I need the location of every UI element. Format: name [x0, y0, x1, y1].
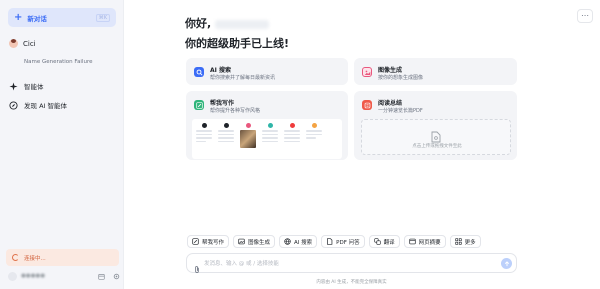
- greeting-subtitle: 你的超级助手已上线!: [185, 37, 290, 50]
- archive-icon[interactable]: [98, 273, 105, 280]
- card-title: AI 搜索: [210, 67, 231, 74]
- image-icon: [238, 238, 245, 245]
- book-icon: [362, 100, 372, 110]
- tool-more-button[interactable]: 更多: [449, 235, 481, 248]
- sidebar: + 新对话 ⌘K Cici Name Generation Failure 智能…: [0, 0, 124, 289]
- file-icon: [431, 128, 441, 143]
- bot-avatar: [9, 39, 18, 48]
- sidebar-footer: ●●●●●: [8, 271, 120, 281]
- file-upload-dropzone[interactable]: 点击上传或拖拽文件至此: [361, 119, 511, 155]
- compass-icon: [9, 100, 18, 110]
- preview-thumb: [305, 123, 323, 157]
- more-menu-button[interactable]: ⋯: [577, 9, 593, 23]
- card-title: 图像生成: [378, 67, 403, 74]
- card-desc: 帮你搜索并了解每日最新资讯: [210, 75, 276, 81]
- card-title: 阅读总结: [378, 100, 403, 107]
- user-name-blurred: ●●●●●: [21, 273, 45, 279]
- sidebar-item-label: 智能体: [24, 83, 44, 91]
- tool-ai-search-button[interactable]: AI 搜索: [279, 235, 318, 248]
- image-icon: [362, 67, 372, 77]
- sidebar-item-agents[interactable]: 智能体: [9, 81, 44, 91]
- web-icon: [409, 238, 416, 245]
- card-title: 帮我写作: [210, 100, 235, 107]
- shortcut-badge: ⌘K: [95, 13, 110, 22]
- ai-disclaimer: 内容由 AI 生成，不能完全保障真实: [316, 280, 387, 285]
- search-icon: [194, 67, 204, 77]
- user-name-blurred: [215, 19, 270, 29]
- gear-icon[interactable]: [113, 273, 120, 280]
- preview-thumb: [217, 123, 235, 157]
- preview-thumb: [239, 123, 257, 157]
- card-ai-search[interactable]: AI 搜索 帮你搜索并了解每日最新资讯: [186, 58, 348, 85]
- writing-preview-strip: [192, 119, 342, 159]
- grid-icon: [455, 238, 462, 245]
- loading-icon: [12, 254, 19, 261]
- tool-translate-button[interactable]: 翻译: [368, 235, 400, 248]
- pdf-icon: [326, 238, 333, 245]
- translate-icon: [374, 238, 381, 245]
- more-icon: ⋯: [581, 11, 589, 20]
- sidebar-item-label: 发现 AI 智能体: [24, 102, 67, 110]
- status-text: 连接中...: [24, 255, 46, 262]
- card-desc: 帮你提升各种写作风格: [210, 108, 261, 114]
- message-input[interactable]: [204, 258, 484, 269]
- bot-name: Cici: [23, 39, 36, 48]
- arrow-up-icon: [504, 260, 509, 266]
- new-chat-button[interactable]: + 新对话 ⌘K: [8, 8, 116, 27]
- new-chat-label: 新对话: [27, 14, 47, 23]
- session-item[interactable]: Name Generation Failure: [24, 59, 93, 65]
- connection-status: 连接中...: [6, 249, 119, 266]
- preview-thumb: [283, 123, 301, 157]
- pen-icon: [194, 100, 204, 110]
- globe-icon: [284, 238, 291, 245]
- avatar[interactable]: [8, 271, 17, 281]
- upload-hint: 点击上传或拖拽文件至此: [412, 144, 462, 149]
- tool-web-summary-button[interactable]: 网页摘要: [403, 235, 446, 248]
- plus-icon: +: [14, 11, 23, 23]
- card-desc: 按你的想象生成图像: [378, 75, 424, 81]
- pen-icon: [192, 238, 199, 245]
- card-desc: 一分钟速览长篇PDF: [378, 108, 423, 114]
- tool-image-button[interactable]: 图像生成: [233, 235, 276, 248]
- skill-toolbar: 帮我写作 图像生成 AI 搜索 PDF 问答 翻译 网页摘要 更多: [187, 235, 481, 248]
- greeting-title: 你好,: [185, 15, 270, 31]
- preview-thumb: [261, 123, 279, 157]
- bot-item-cici[interactable]: Cici: [9, 39, 36, 48]
- card-image-gen[interactable]: 图像生成 按你的想象生成图像: [354, 58, 517, 85]
- message-composer: [186, 253, 517, 273]
- send-button[interactable]: [501, 258, 512, 269]
- tool-writing-button[interactable]: 帮我写作: [187, 235, 230, 248]
- sparkle-icon: [9, 81, 18, 91]
- sidebar-item-discover[interactable]: 发现 AI 智能体: [9, 100, 67, 110]
- paperclip-icon[interactable]: [193, 259, 201, 273]
- tool-pdf-qa-button[interactable]: PDF 问答: [321, 235, 365, 248]
- preview-thumb: [195, 123, 213, 157]
